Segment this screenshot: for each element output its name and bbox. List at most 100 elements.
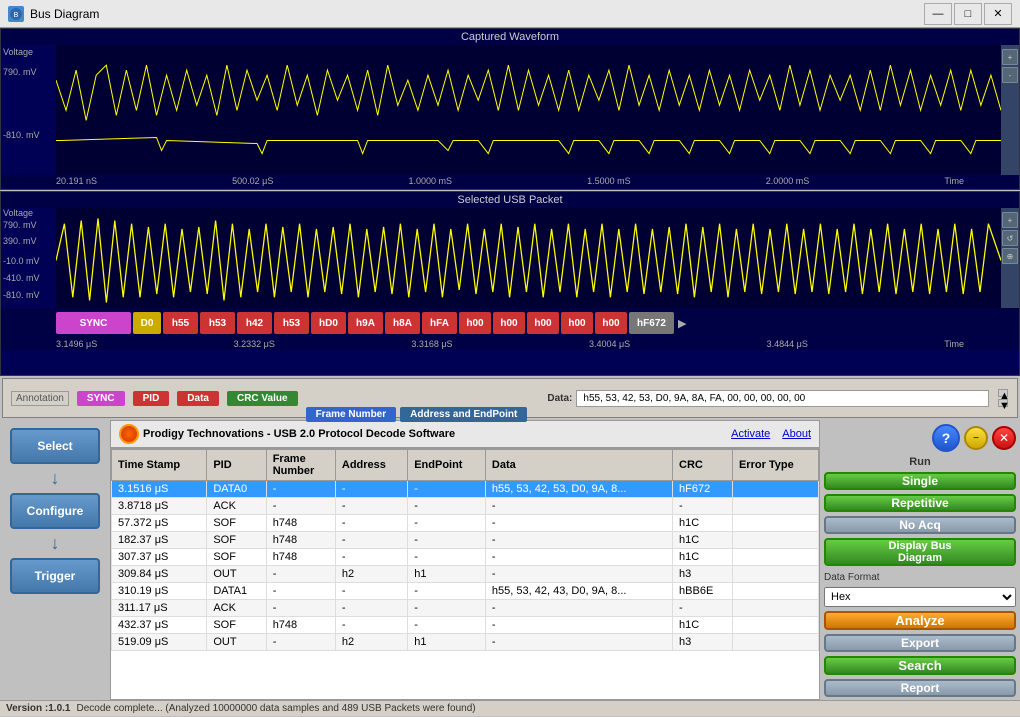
top-time-axis: 20.191 nS 500.02 μS 1.0000 mS 1.5000 mS …: [1, 175, 1019, 187]
col-frame: FrameNumber: [266, 450, 335, 481]
data-table: Time Stamp PID FrameNumber Address EndPo…: [111, 449, 819, 651]
center-content: Prodigy Technovations - USB 2.0 Protocol…: [110, 420, 820, 700]
help-button[interactable]: ?: [932, 424, 960, 452]
about-link[interactable]: About: [782, 428, 811, 440]
table-cell: h748: [266, 532, 335, 549]
col-address: Address: [335, 450, 407, 481]
table-row[interactable]: 57.372 μSSOFh748---h1C: [112, 515, 819, 532]
prodigy-icon: [119, 424, 139, 444]
table-row[interactable]: 307.37 μSSOFh748---h1C: [112, 549, 819, 566]
analyze-button[interactable]: Analyze: [824, 611, 1016, 630]
proto-h55: h55: [163, 312, 198, 334]
search-button[interactable]: Search: [824, 656, 1016, 675]
top-time-4: 1.5000 mS: [587, 176, 631, 186]
table-row[interactable]: 432.37 μSSOFh748---h1C: [112, 617, 819, 634]
activate-link[interactable]: Activate: [731, 428, 770, 440]
display-bus-label: Display Bus Diagram: [889, 540, 952, 564]
zoom-out-icon[interactable]: -: [1002, 67, 1018, 83]
proto-h00-2: h00: [493, 312, 525, 334]
zoom-in-icon[interactable]: +: [1002, 49, 1018, 65]
table-cell: 57.372 μS: [112, 515, 207, 532]
table-cell: h748: [266, 617, 335, 634]
select-arrow-icon: ↓: [51, 468, 60, 489]
top-time-3: 1.0000 mS: [408, 176, 452, 186]
table-row[interactable]: 310.19 μSDATA1---h55, 53, 42, 43, D0, 9A…: [112, 583, 819, 600]
prodigy-header: Prodigy Technovations - USB 2.0 Protocol…: [110, 420, 820, 448]
table-cell: -: [408, 481, 486, 498]
data-format-select[interactable]: Hex Dec Bin ASCII: [824, 587, 1016, 607]
col-pid: PID: [207, 450, 266, 481]
configure-button[interactable]: Configure: [10, 493, 100, 529]
table-cell: ACK: [207, 600, 266, 617]
col-crc: CRC: [673, 450, 733, 481]
table-cell: 310.19 μS: [112, 583, 207, 600]
table-cell: -: [408, 600, 486, 617]
restore-button[interactable]: □: [954, 3, 982, 25]
table-cell: [732, 498, 818, 515]
bottom-time-5: 3.4844 μS: [767, 339, 808, 349]
proto-hf672: hF672: [629, 312, 674, 334]
table-cell: [732, 583, 818, 600]
display-bus-button[interactable]: Display Bus Diagram: [824, 538, 1016, 566]
table-row[interactable]: 309.84 μSOUT-h2h1-h3: [112, 566, 819, 583]
table-cell: [732, 600, 818, 617]
top-voltage-label: Voltage: [3, 47, 33, 57]
svg-text:B: B: [14, 12, 19, 19]
bottom-time-4: 3.4004 μS: [589, 339, 630, 349]
close-button[interactable]: ✕: [984, 3, 1012, 25]
scroll-down-icon[interactable]: ▼: [998, 399, 1008, 407]
bottom-move-icon[interactable]: ⊕: [1002, 248, 1018, 264]
report-button[interactable]: Report: [824, 679, 1016, 697]
data-value-input[interactable]: [576, 390, 989, 407]
proto-arrow: ▶: [678, 317, 686, 330]
table-cell: SOF: [207, 549, 266, 566]
table-row[interactable]: 3.1516 μSDATA0---h55, 53, 42, 53, D0, 9A…: [112, 481, 819, 498]
table-cell: 519.09 μS: [112, 634, 207, 651]
close-round-button[interactable]: ✕: [992, 426, 1016, 450]
proto-h53-1: h53: [200, 312, 235, 334]
table-cell: -: [266, 566, 335, 583]
proto-sync: SYNC: [56, 312, 131, 334]
bottom-time-right: Time: [944, 339, 964, 349]
ann-data: Data: [177, 391, 219, 406]
table-cell: h1C: [673, 617, 733, 634]
repetitive-button[interactable]: Repetitive: [824, 494, 1016, 512]
top-waveform-panel: Captured Waveform Voltage 790. mV -810. …: [0, 28, 1020, 190]
main-bottom: Select ↓ Configure ↓ Trigger Prodigy Tec…: [0, 420, 1020, 700]
table-header-row: Time Stamp PID FrameNumber Address EndPo…: [112, 450, 819, 481]
proto-h00-3: h00: [527, 312, 559, 334]
bottom-y-810: -810. mV: [3, 290, 40, 300]
col-endpoint: EndPoint: [408, 450, 486, 481]
table-cell: h748: [266, 515, 335, 532]
col-timestamp: Time Stamp: [112, 450, 207, 481]
table-cell: -: [485, 566, 672, 583]
scroll-up-icon[interactable]: ▲: [998, 389, 1008, 397]
table-cell: hBB6E: [673, 583, 733, 600]
select-button[interactable]: Select: [10, 428, 100, 464]
table-cell: -: [335, 515, 407, 532]
status-message: Decode complete... (Analyzed 10000000 da…: [76, 703, 475, 714]
trigger-button[interactable]: Trigger: [10, 558, 100, 594]
prodigy-logo: Prodigy Technovations - USB 2.0 Protocol…: [119, 424, 455, 444]
ann-sync: SYNC: [77, 391, 125, 406]
top-time-right: Time: [944, 176, 964, 186]
no-acq-button[interactable]: No Acq: [824, 516, 1016, 534]
table-cell: h55, 53, 42, 43, D0, 9A, 8...: [485, 583, 672, 600]
table-wrapper[interactable]: Time Stamp PID FrameNumber Address EndPo…: [111, 449, 819, 669]
table-cell: [732, 634, 818, 651]
single-button[interactable]: Single: [824, 472, 1016, 490]
table-row[interactable]: 182.37 μSSOFh748---h1C: [112, 532, 819, 549]
bottom-zoom-in-icon[interactable]: +: [1002, 212, 1018, 228]
export-button[interactable]: Export: [824, 634, 1016, 652]
ann-pid: PID: [133, 391, 170, 406]
minimize-round-button[interactable]: −: [964, 426, 988, 450]
left-sidebar: Select ↓ Configure ↓ Trigger: [0, 420, 110, 700]
minimize-button[interactable]: —: [924, 3, 952, 25]
table-cell: -: [408, 532, 486, 549]
proto-h8a: h8A: [385, 312, 420, 334]
table-row[interactable]: 311.17 μSACK-----: [112, 600, 819, 617]
table-cell: -: [485, 634, 672, 651]
table-row[interactable]: 3.8718 μSACK-----: [112, 498, 819, 515]
bottom-scroll-icon[interactable]: ↺: [1002, 230, 1018, 246]
table-row[interactable]: 519.09 μSOUT-h2h1-h3: [112, 634, 819, 651]
